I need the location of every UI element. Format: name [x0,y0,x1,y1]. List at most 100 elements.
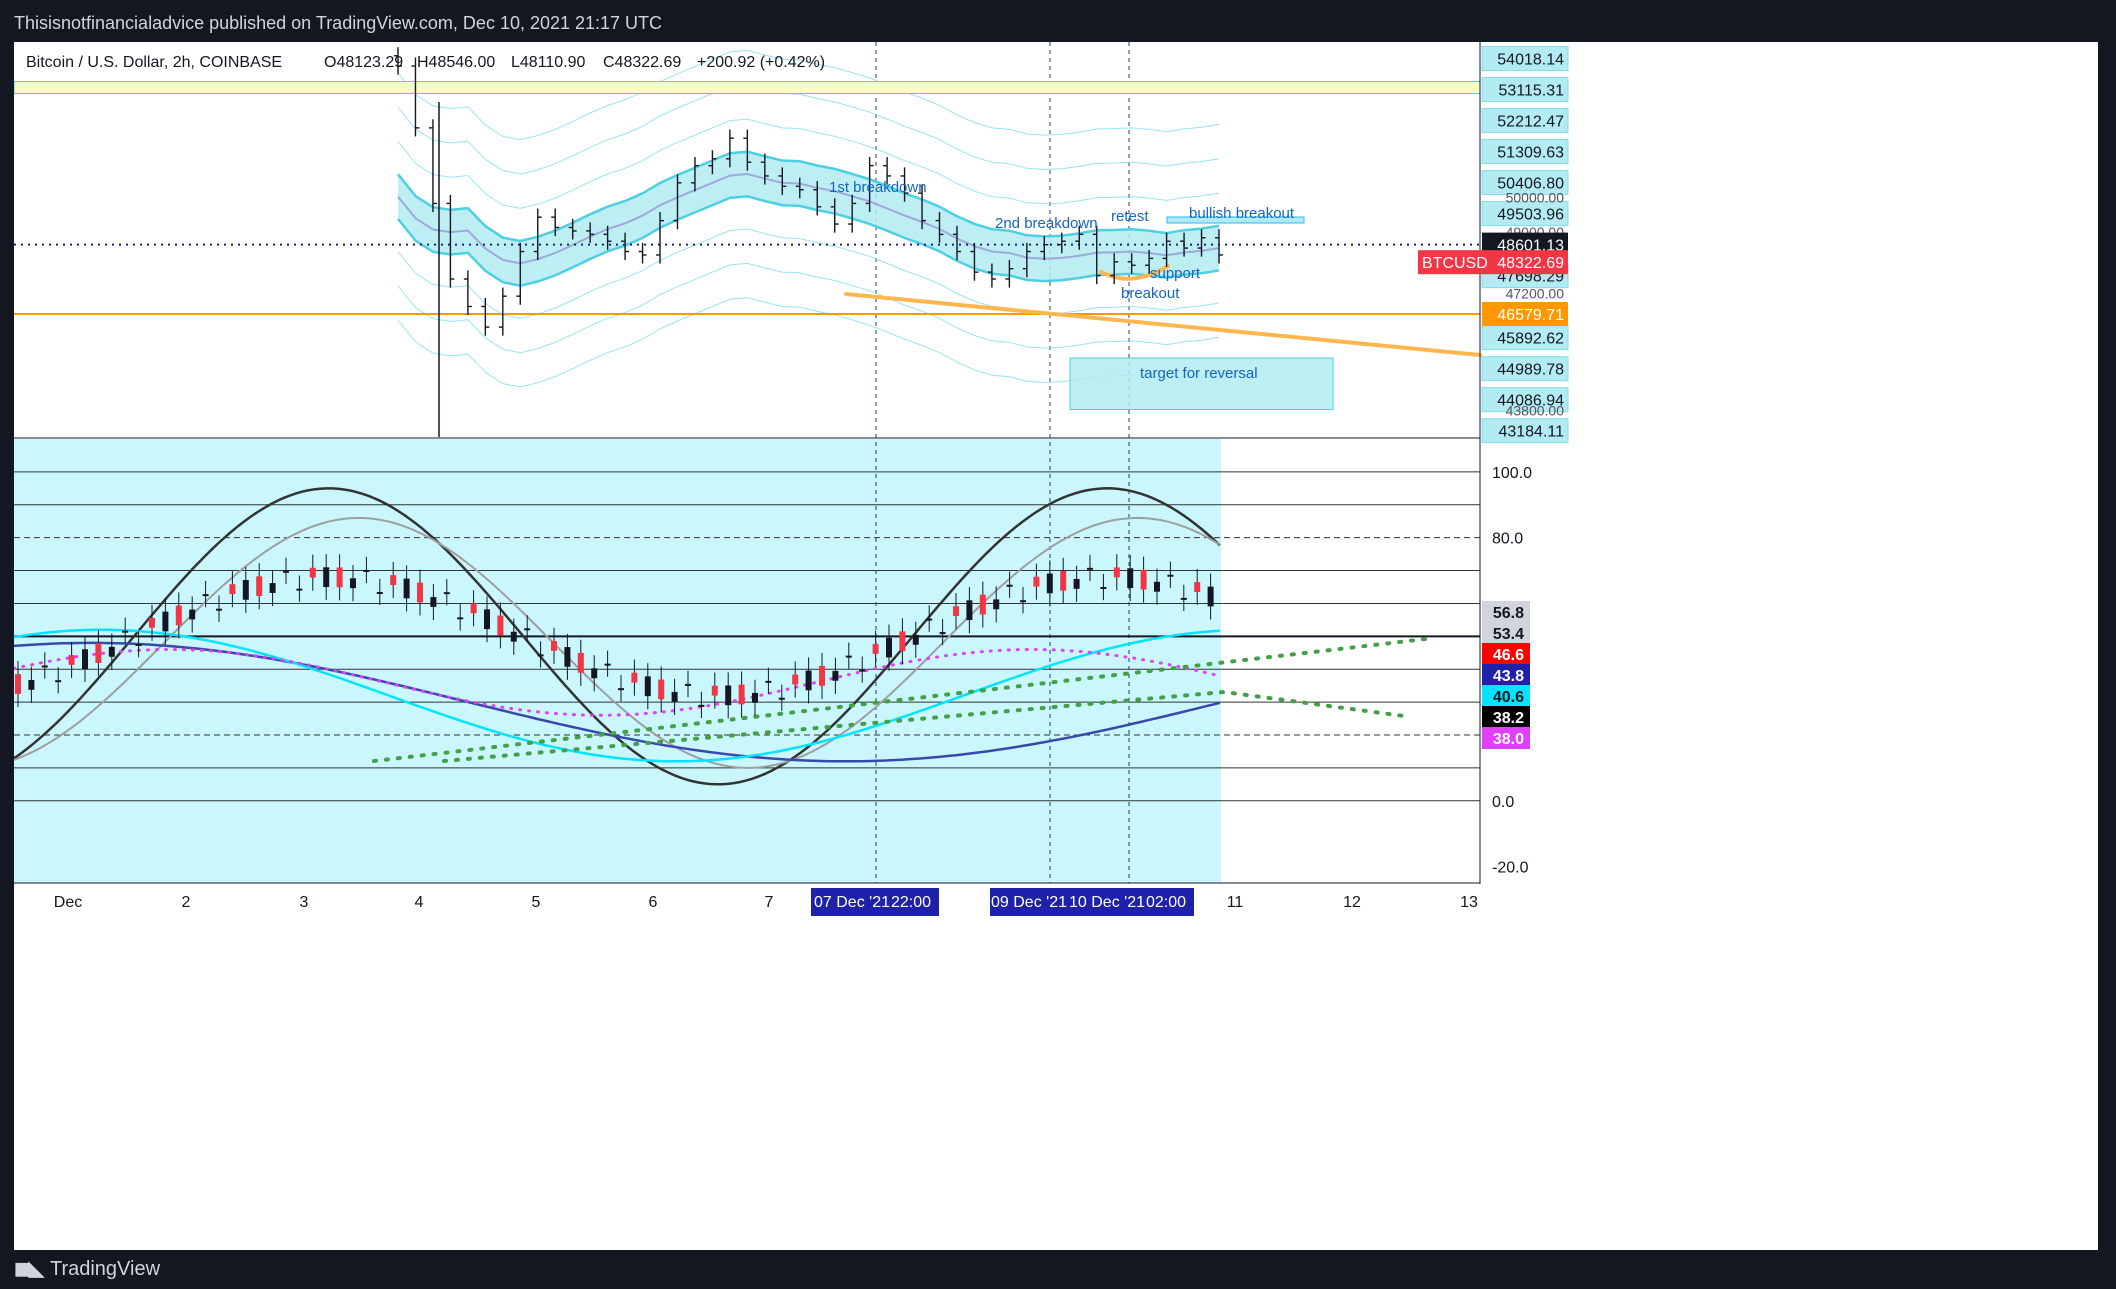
osc-value-label: 56.8 [1482,601,1530,623]
osc-candle-body [805,670,812,691]
osc-candle-body [470,603,477,614]
osc-candle-body [1154,581,1160,592]
time-axis-label: 4 [415,894,424,911]
time-axis-label: 2 [182,894,191,911]
time-axis-label: 5 [532,894,541,911]
osc-candle-body [939,632,946,635]
chart-annotation-retest: retest [1111,208,1149,225]
osc-candle-body [778,697,785,700]
price-axis-label-text: 54018.14 [1497,52,1564,69]
osc-candle-body [457,617,464,620]
chart-annotation-1st-breakdown: 1st breakdown [829,179,927,196]
osc-candle-body [604,663,611,666]
osc-candle-body [644,676,651,697]
osc-value-text: 38.0 [1493,731,1524,748]
price-axis-label: 54018.14 [1481,46,1569,72]
osc-candle-body [564,647,571,667]
time-axis-label: Dec [54,894,82,911]
osc-candle-body [497,615,504,636]
osc-candle-body [886,637,892,658]
osc-candle-body [229,584,236,595]
osc-candle-body [1207,586,1214,607]
osc-candle-body [899,631,906,652]
osc-candle-body [202,594,209,597]
time-axis-label: 11 [1227,894,1244,911]
chart-area[interactable]: 1st breakdown 2nd breakdown retest bullish … [14,42,2098,1250]
osc-candle-body [309,567,316,578]
osc-candle-body [1046,573,1053,594]
tradingview-logo-icon: ◼◣ [14,1258,44,1280]
legend-symbol: Bitcoin / U.S. Dollar, 2h, COINBASE [26,54,282,71]
price-axis-label-text: 52212.47 [1497,114,1564,131]
osc-candle-body [658,679,665,700]
price-axis-label: 43184.11 [1481,418,1569,444]
osc-axis-tick: -20.0 [1492,860,1529,877]
price-axis-label: 52212.47 [1481,108,1569,134]
osc-candle-body [323,567,330,588]
osc-candle-body [1194,582,1201,593]
time-highlight-label: 02:00 [1146,894,1186,911]
osc-candle-body [631,672,638,683]
osc-candle-body [256,576,263,597]
osc-candle-body [912,634,919,645]
time-axis-label: 6 [649,894,658,911]
osc-candle-body [216,608,222,611]
osc-candle-body [283,570,289,573]
time-highlight-label: 10 Dec '21 [1069,894,1145,911]
osc-candle-body [95,643,102,663]
osc-candle-body [1167,574,1174,577]
osc-value-label: 38.0 [1482,727,1530,749]
current-price-label: BTCUSD 48322.69 [1418,250,1568,275]
descending-trendline [844,292,1482,357]
osc-value-text: 43.8 [1493,668,1524,685]
osc-candle-body [82,649,88,670]
osc-candle-body [551,640,557,651]
osc-value-label: 38.2 [1482,706,1530,728]
time-axis-label: 13 [1460,894,1478,911]
osc-candle-body [1140,569,1147,590]
current-price-symbol: BTCUSD [1422,255,1488,272]
chart-annotation-support: support [1150,265,1201,282]
chart-annotation-target-for-reversal: target for reversal [1140,365,1258,382]
osc-candle-body [819,666,825,686]
osc-candle-body [765,680,772,683]
osc-axis-tick: 80.0 [1492,531,1523,548]
osc-candle-body [242,580,249,600]
osc-candle-body [953,606,959,617]
osc-candle-body [296,588,303,591]
osc-candle-body [162,611,169,632]
price-axis-label-text: 51309.63 [1497,145,1564,162]
osc-value-text: 40.6 [1493,689,1524,706]
tradingview-brand[interactable]: ◼◣ TradingView [14,1250,160,1289]
osc-candle-body [1127,568,1134,589]
osc-candle-body [135,644,142,647]
price-axis-tick: 43800.00 [1506,403,1565,419]
price-axis-label-text: 53115.31 [1498,83,1564,100]
osc-candle-body [832,670,839,681]
osc-candle-body [108,646,115,657]
osc-candle-body [872,643,879,654]
osc-candle-body [390,575,397,585]
osc-candle-body [68,655,75,665]
price-candle [498,287,507,336]
legend-open: O48123.29 [324,54,403,71]
chart-annotation-breakout: breakout [1121,285,1180,302]
chart-svg[interactable]: 1st breakdown 2nd breakdown retest bullish … [14,42,2098,1250]
price-axis-tick: 47200.00 [1506,286,1565,302]
osc-candle-body [591,668,598,679]
osc-candle-body [175,605,182,626]
osc-value-text: 53.4 [1493,626,1524,643]
osc-candle-body [1113,567,1120,578]
osc-candle-body [711,685,718,696]
osc-candle-body [430,597,437,607]
osc-value-label: 43.8 [1482,664,1530,686]
osc-candle-body [792,674,799,685]
osc-value-label: 53.4 [1482,622,1530,644]
osc-value-text: 46.6 [1493,647,1524,664]
time-axis-bg [14,884,2098,1250]
price-candle [428,119,437,213]
osc-candle-body [15,674,21,694]
osc-candle-body [149,617,155,628]
legend-close: C48322.69 [603,54,681,71]
osc-candle-body [1087,567,1093,570]
